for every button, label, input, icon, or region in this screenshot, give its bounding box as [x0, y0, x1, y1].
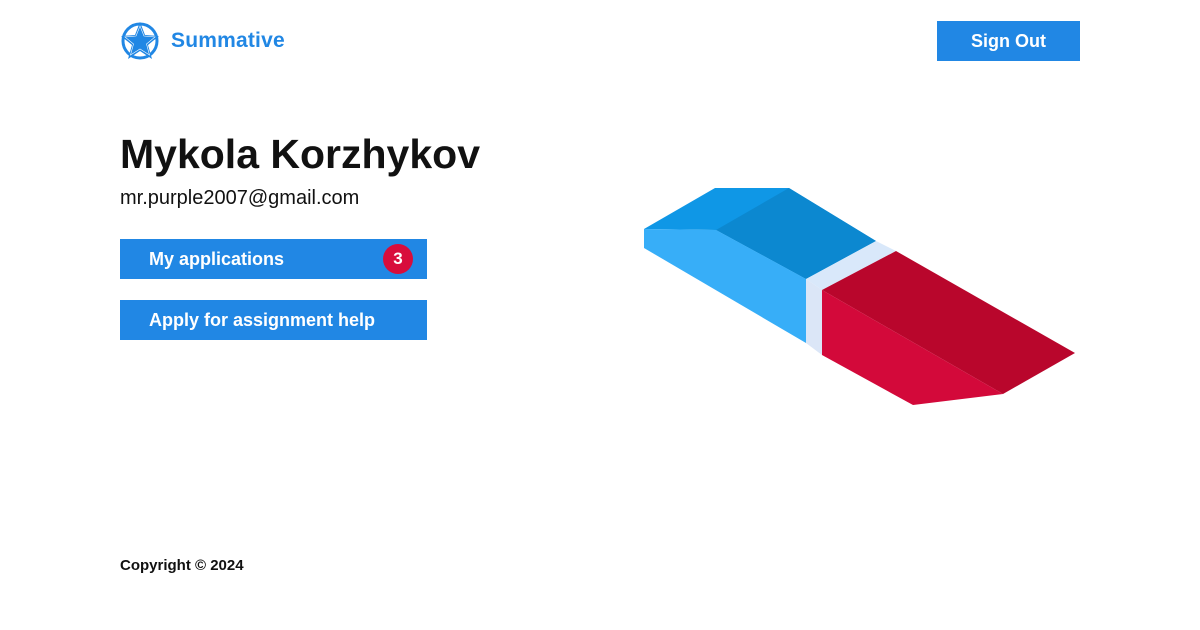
sign-out-button[interactable]: Sign Out	[937, 21, 1080, 61]
apply-for-help-button[interactable]: Apply for assignment help	[120, 300, 427, 340]
star-badge-icon	[121, 22, 159, 60]
eraser-illustration	[644, 188, 1075, 405]
brand-link[interactable]: Summative	[120, 21, 285, 61]
my-applications-button[interactable]: My applications 3	[120, 239, 427, 279]
copyright-text: Copyright © 2024	[120, 557, 244, 574]
eraser-band-front	[806, 279, 822, 355]
profile-name: Mykola Korzhykov	[120, 131, 480, 177]
header: Summative Sign Out	[120, 21, 1080, 61]
my-applications-label: My applications	[149, 248, 285, 269]
applications-count-badge: 3	[383, 244, 413, 274]
page: Summative Sign Out Mykola Korzhykov mr.p…	[0, 0, 1200, 630]
brand-name: Summative	[171, 29, 285, 52]
profile-email: mr.purple2007@gmail.com	[120, 187, 360, 209]
